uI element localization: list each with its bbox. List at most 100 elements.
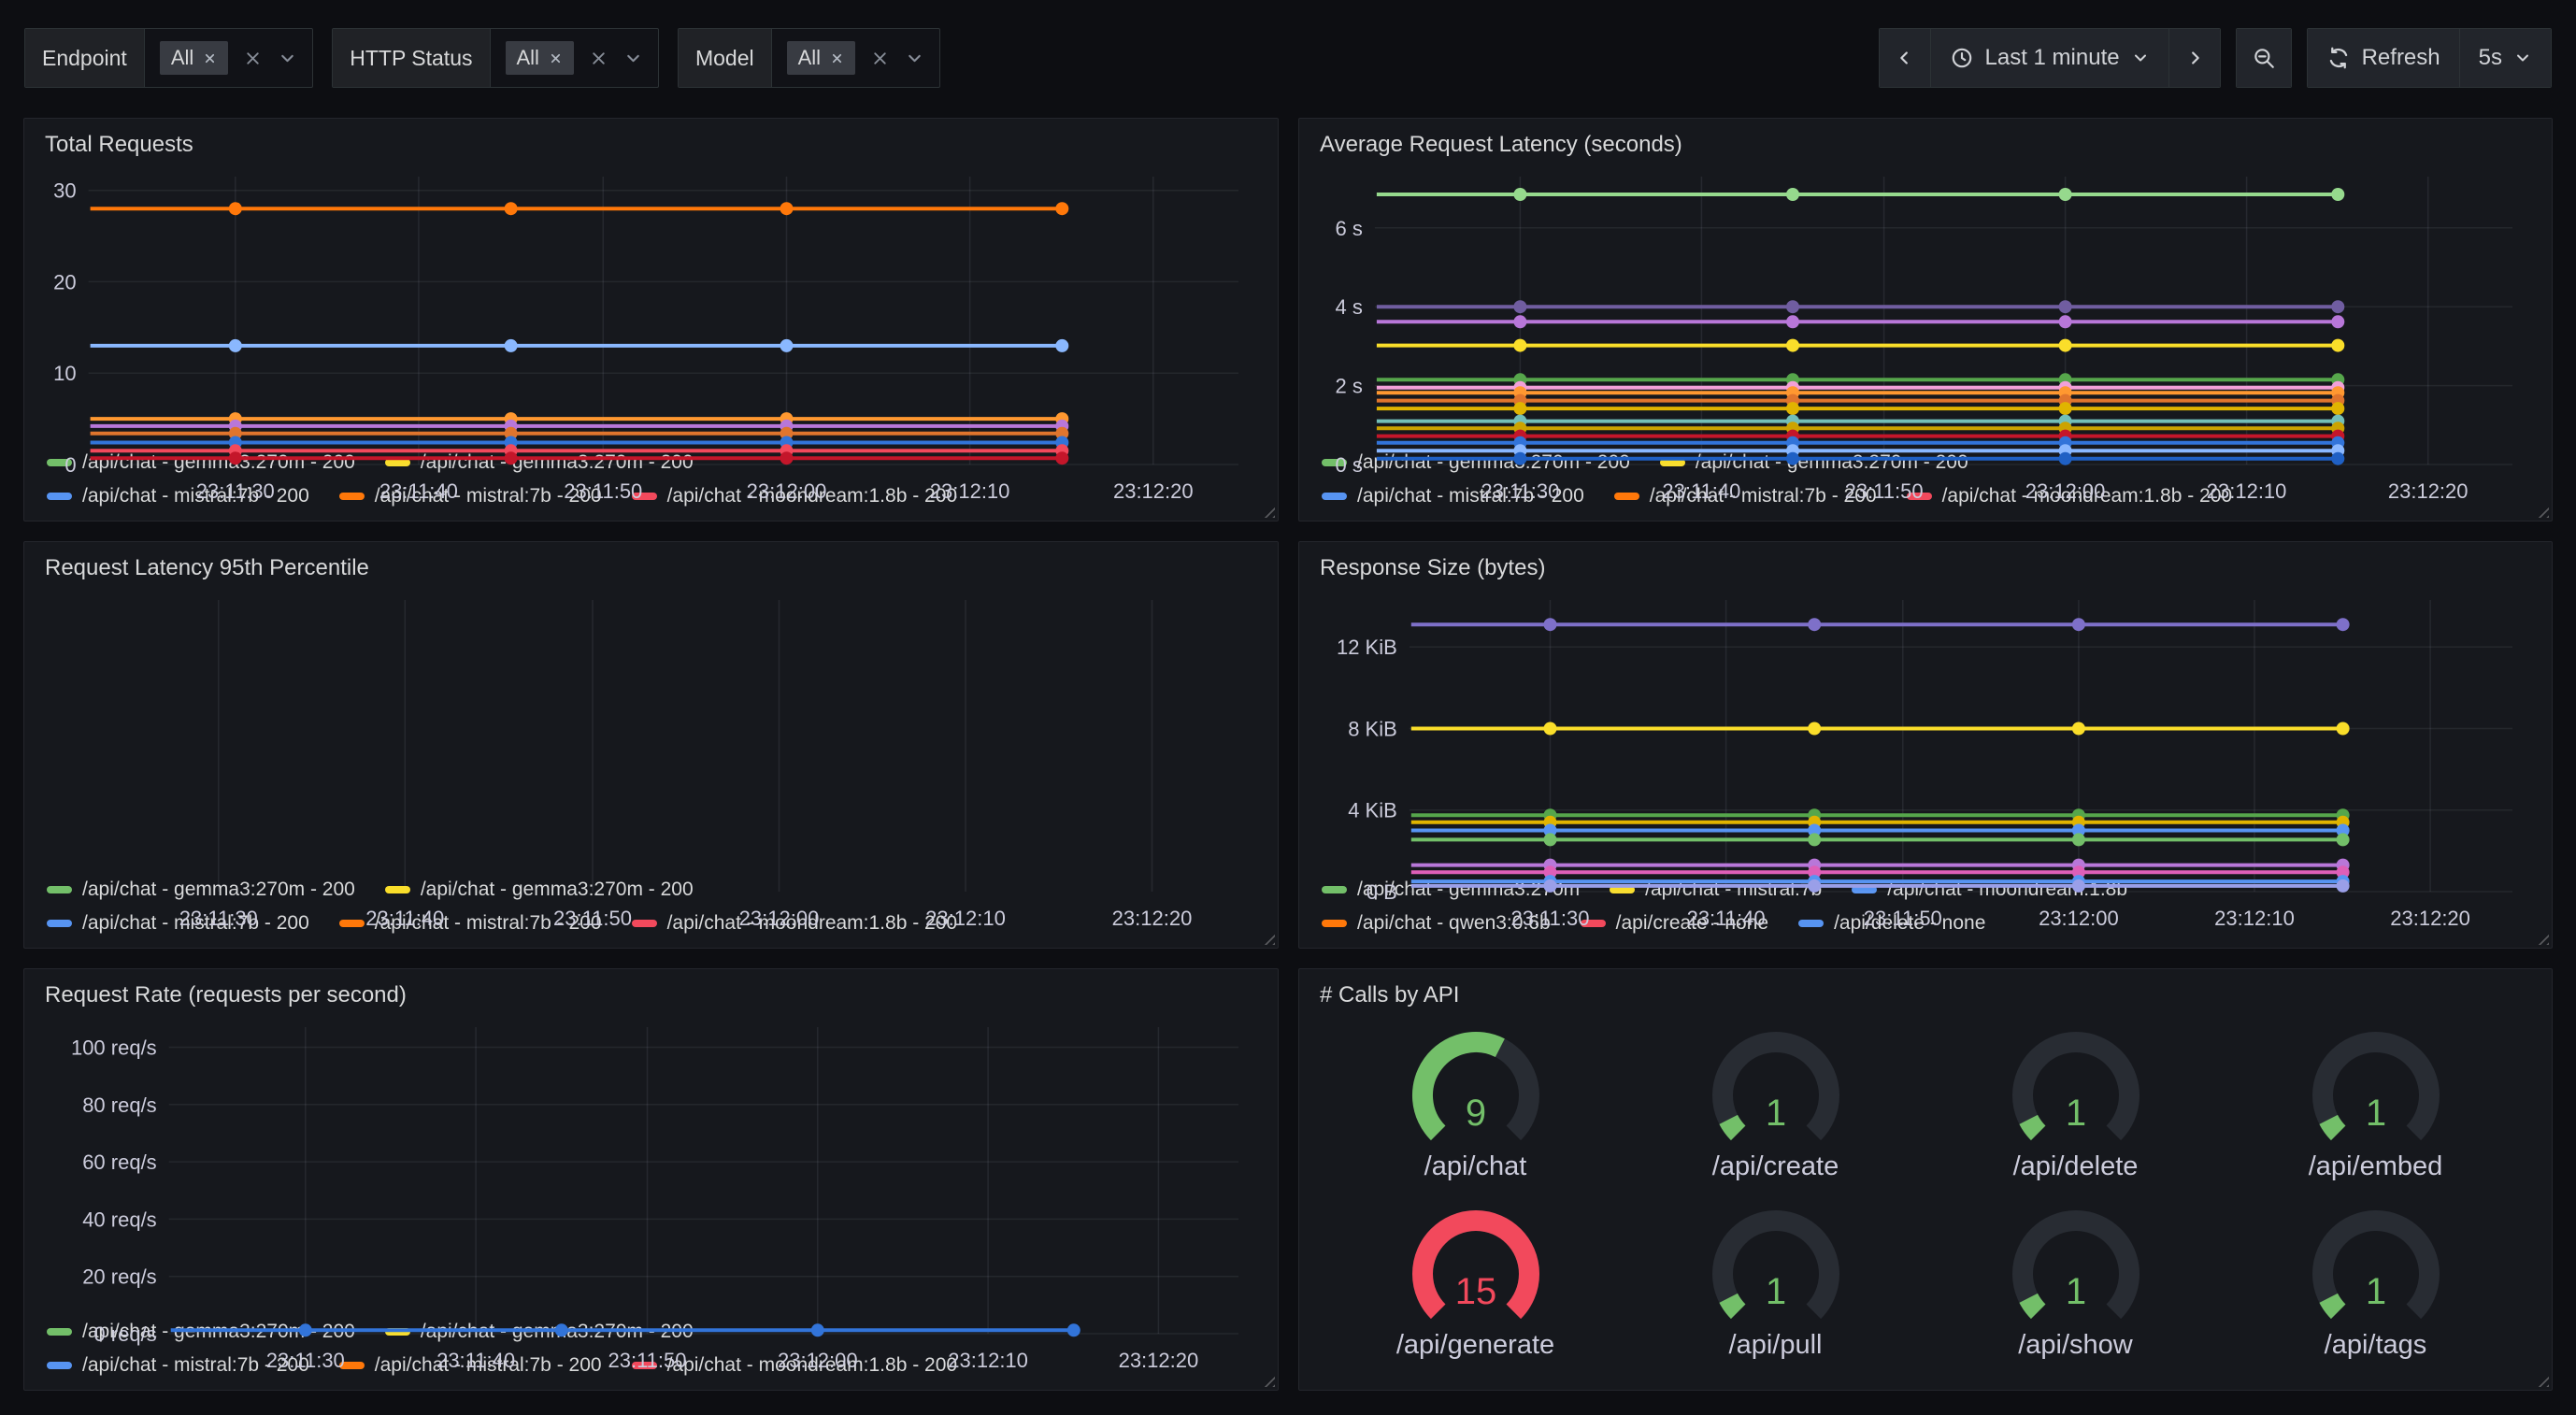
axis-tick-labels: 23:11:3023:11:4023:11:5023:12:0023:12:10…: [53, 179, 1194, 503]
svg-text:0: 0: [64, 453, 76, 477]
chip-label: All: [517, 46, 539, 70]
svg-text:100 req/s: 100 req/s: [71, 1036, 157, 1060]
svg-text:23:11:30: 23:11:30: [266, 1349, 345, 1372]
series-lines: [171, 1323, 1080, 1336]
svg-text:23:11:30: 23:11:30: [1481, 479, 1559, 503]
chip-remove-icon[interactable]: [203, 51, 217, 65]
filter-chip-all[interactable]: All: [506, 41, 574, 75]
gauge-arc: 1: [1992, 1028, 2160, 1150]
panel-title[interactable]: Request Latency 95th Percentile: [45, 555, 1259, 581]
gauge-arc: 1: [2292, 1207, 2460, 1328]
filter-http-status-value[interactable]: All: [491, 29, 658, 87]
clear-selection-icon[interactable]: [589, 49, 608, 68]
refresh-interval-dropdown[interactable]: 5s: [2459, 29, 2551, 87]
refresh-interval-label: 5s: [2479, 45, 2502, 71]
chevron-down-icon[interactable]: [623, 49, 643, 68]
chip-remove-icon[interactable]: [830, 51, 844, 65]
svg-text:6 s: 6 s: [1336, 217, 1363, 240]
filter-model: Model All: [678, 28, 940, 88]
axis-tick-labels: 23:11:3023:11:4023:11:5023:12:0023:12:10…: [179, 907, 1193, 930]
svg-text:23:11:40: 23:11:40: [365, 907, 444, 930]
grid-lines: [1410, 600, 2512, 892]
chevron-down-icon[interactable]: [905, 49, 924, 68]
svg-text:23:11:40: 23:11:40: [436, 1349, 515, 1372]
panel-request-rate: Request Rate (requests per second) 23:11…: [23, 968, 1279, 1391]
panel-latency-95th-percentile: Request Latency 95th Percentile 23:11:30…: [23, 541, 1279, 949]
panel-resize-handle[interactable]: [1259, 1371, 1275, 1387]
refresh-button[interactable]: Refresh: [2308, 29, 2459, 87]
panel-title[interactable]: Total Requests: [45, 132, 1259, 158]
time-range-group: Last 1 minute: [1879, 28, 2221, 88]
chip-remove-icon[interactable]: [549, 51, 563, 65]
chevron-right-icon: [2184, 48, 2205, 68]
filter-model-label: Model: [679, 29, 772, 87]
gauge--api-tags: 1/api/tags: [2225, 1194, 2526, 1373]
panel-average-request-latency: Average Request Latency (seconds) 23:11:…: [1298, 118, 2553, 522]
svg-text:23:12:00: 23:12:00: [778, 1349, 858, 1372]
filter-http-status-label: HTTP Status: [333, 29, 490, 87]
panel-title[interactable]: Request Rate (requests per second): [45, 982, 1259, 1008]
grid-lines: [169, 1027, 1238, 1334]
series-lines: [1377, 188, 2344, 465]
svg-text:23:12:10: 23:12:10: [2207, 479, 2287, 503]
grid-lines: [219, 600, 1152, 892]
panel-resize-handle[interactable]: [2533, 929, 2549, 945]
svg-text:23:11:50: 23:11:50: [608, 1349, 686, 1372]
panel-resize-handle[interactable]: [2533, 502, 2549, 518]
svg-text:23:11:40: 23:11:40: [379, 479, 458, 503]
chevron-down-icon[interactable]: [278, 49, 297, 68]
panel-total-requests: Total Requests 23:11:3023:11:4023:11:502…: [23, 118, 1279, 522]
chart-canvas[interactable]: 23:11:3023:11:4023:11:5023:12:0023:12:10…: [43, 585, 1259, 935]
chart-canvas[interactable]: 23:11:3023:11:4023:11:5023:12:0023:12:10…: [43, 1012, 1259, 1377]
panel-title[interactable]: # Calls by API: [1320, 982, 2533, 1008]
refresh-icon: [2326, 46, 2351, 70]
time-series-chart: 23:11:3023:11:4023:11:5023:12:0023:12:10…: [1318, 162, 2533, 440]
svg-text:23:11:50: 23:11:50: [564, 479, 642, 503]
panel-title[interactable]: Average Request Latency (seconds): [1320, 132, 2533, 158]
filter-chip-all[interactable]: All: [160, 41, 228, 75]
svg-text:60 req/s: 60 req/s: [82, 1151, 157, 1174]
magnifier-minus-icon: [2252, 46, 2276, 70]
chart-canvas[interactable]: 23:11:3023:11:4023:11:5023:12:0023:12:10…: [1318, 585, 2533, 935]
gauge-arc: 9: [1392, 1028, 1560, 1150]
svg-text:23:11:30: 23:11:30: [179, 907, 258, 930]
svg-text:23:11:50: 23:11:50: [553, 907, 632, 930]
filter-http-status: HTTP Status All: [332, 28, 659, 88]
filter-chip-all[interactable]: All: [787, 41, 855, 75]
time-controls: Last 1 minute Refresh 5s: [1879, 28, 2553, 88]
time-series-chart: 23:11:3023:11:4023:11:5023:12:0023:12:10…: [43, 585, 1259, 867]
svg-text:10: 10: [53, 362, 76, 385]
panel-resize-handle[interactable]: [2533, 1371, 2549, 1387]
clear-selection-icon[interactable]: [870, 49, 890, 68]
panel-resize-handle[interactable]: [1259, 929, 1275, 945]
time-back-button[interactable]: [1880, 29, 1930, 87]
chip-label: All: [798, 46, 821, 70]
zoom-out-button[interactable]: [2237, 29, 2291, 87]
panel-title[interactable]: Response Size (bytes): [1320, 555, 2533, 581]
refresh-group: Refresh 5s: [2307, 28, 2552, 88]
svg-text:23:11:40: 23:11:40: [1687, 907, 1766, 930]
refresh-label: Refresh: [2362, 45, 2440, 71]
gauge-value: 1: [2365, 1093, 2385, 1134]
chevron-left-icon: [1895, 48, 1915, 68]
chevron-down-icon: [2513, 49, 2532, 67]
gauge-arc: 1: [1692, 1207, 1860, 1328]
panel-resize-handle[interactable]: [1259, 502, 1275, 518]
chart-canvas[interactable]: 23:11:3023:11:4023:11:5023:12:0023:12:10…: [43, 162, 1259, 507]
chart-canvas[interactable]: 23:11:3023:11:4023:11:5023:12:0023:12:10…: [1318, 162, 2533, 507]
time-range-picker[interactable]: Last 1 minute: [1930, 29, 2168, 87]
clear-selection-icon[interactable]: [243, 49, 263, 68]
gauge-label: /api/embed: [2309, 1151, 2443, 1182]
svg-text:80 req/s: 80 req/s: [82, 1093, 157, 1117]
dashboard-grid: Total Requests 23:11:3023:11:4023:11:502…: [23, 118, 2553, 1391]
gauge-label: /api/generate: [1396, 1330, 1554, 1361]
svg-text:23:12:10: 23:12:10: [930, 479, 1010, 503]
filter-endpoint-value[interactable]: All: [145, 29, 312, 87]
time-forward-button[interactable]: [2168, 29, 2220, 87]
gauge-label: /api/show: [2018, 1330, 2133, 1361]
svg-text:2 s: 2 s: [1336, 375, 1363, 398]
gauge--api-generate: 15/api/generate: [1325, 1194, 1625, 1373]
dashboard-toolbar: Endpoint All HTTP Status All Model All: [24, 28, 2552, 88]
series-lines: [1411, 618, 2350, 893]
filter-model-value[interactable]: All: [772, 29, 939, 87]
